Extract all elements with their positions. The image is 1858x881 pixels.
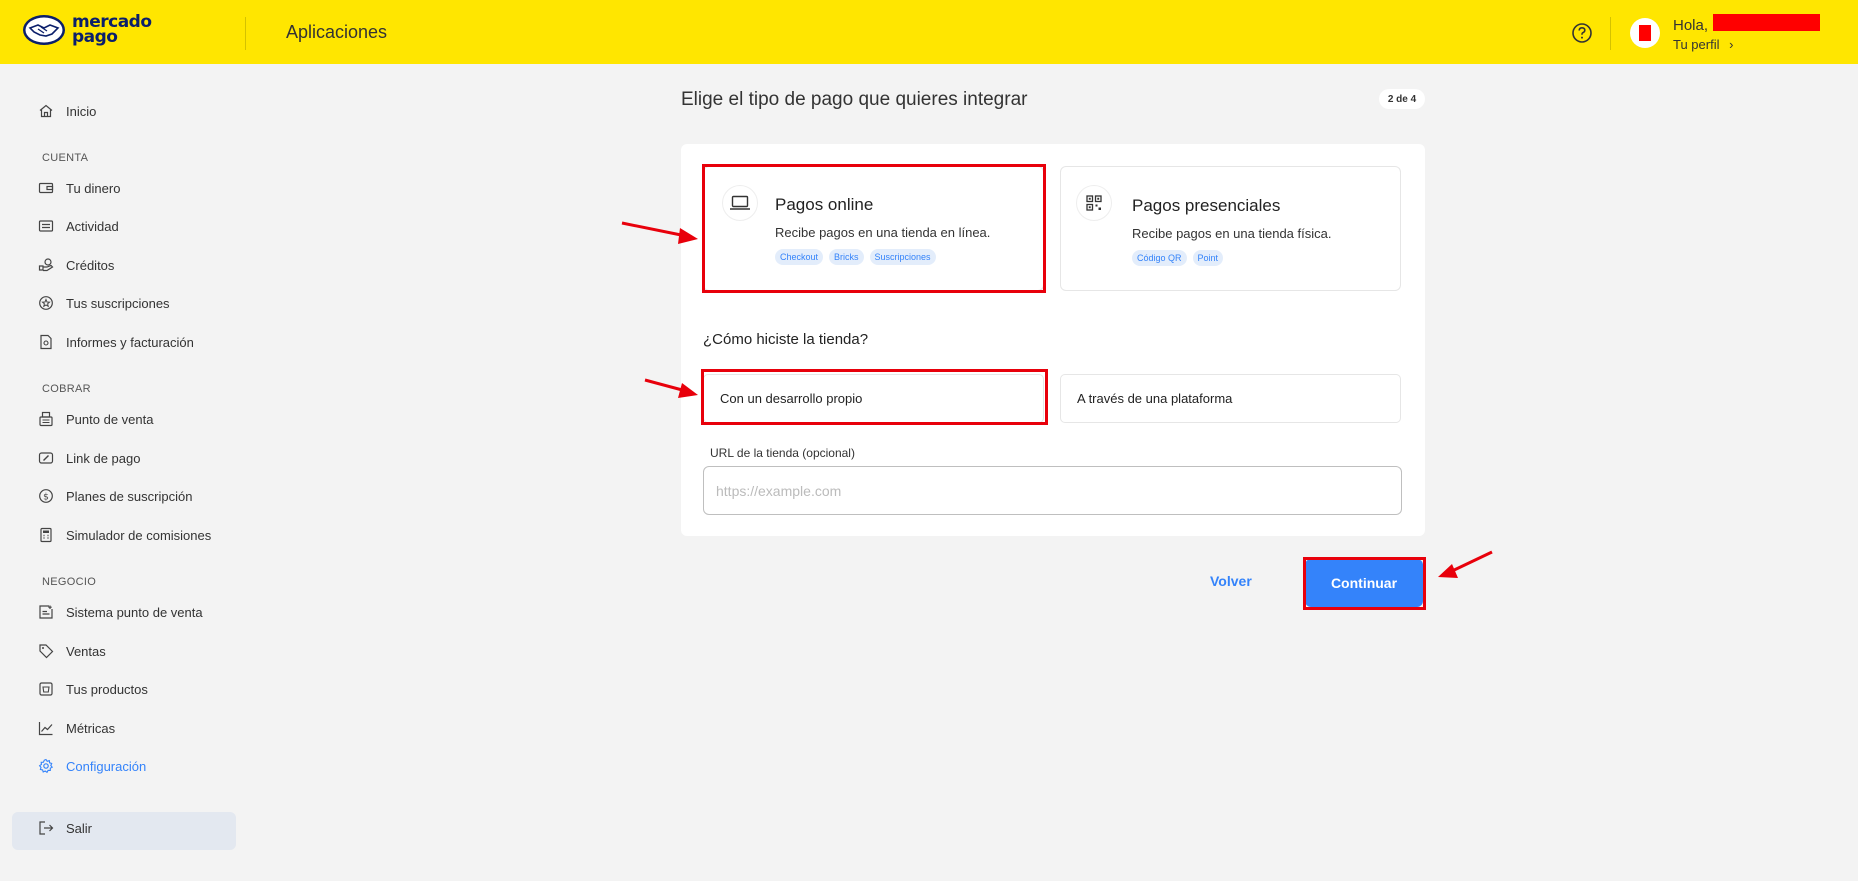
sidebar-section-negocio: NEGOCIO <box>42 576 97 588</box>
sidebar-item-label: Salir <box>66 820 93 836</box>
sidebar-item-simulador-de-comisiones[interactable]: Simulador de comisiones <box>38 527 211 543</box>
sidebar-item-tu-dinero[interactable]: Tu dinero <box>38 180 120 196</box>
url-field-label: URL de la tienda (opcional) <box>710 446 855 460</box>
svg-text:$: $ <box>43 492 49 502</box>
sidebar-item-label: Actividad <box>66 218 119 234</box>
top-header: mercado pago Aplicaciones Hola, Tu perfi… <box>0 0 1858 64</box>
page-title: Elige el tipo de pago que quieres integr… <box>681 89 1028 110</box>
sidebar-item-punto-de-venta[interactable]: Punto de venta <box>38 411 153 427</box>
sidebar-item-tus-suscripciones[interactable]: Tus suscripciones <box>38 295 170 311</box>
sidebar-item-sistema-punto-de-venta[interactable]: Sistema punto de venta <box>38 604 203 620</box>
store-url-input[interactable] <box>703 466 1402 515</box>
link-icon <box>38 452 54 464</box>
avatar[interactable] <box>1630 18 1660 48</box>
store-question: ¿Cómo hiciste la tienda? <box>703 331 869 348</box>
option-pagos-presenciales[interactable]: Pagos presenciales Recibe pagos en una t… <box>1060 166 1401 291</box>
option-icon-wrapper <box>1076 185 1112 221</box>
step-badge: 2 de 4 <box>1379 89 1425 109</box>
sidebar-item-metricas[interactable]: Métricas <box>38 720 115 736</box>
username-redaction <box>1713 14 1820 31</box>
chart-icon <box>38 722 53 736</box>
option-tags: Checkout Bricks Suscripciones <box>775 249 936 265</box>
tag-badge: Point <box>1192 250 1224 266</box>
choice-plataforma[interactable]: A través de una plataforma <box>1060 374 1401 423</box>
option-pagos-online[interactable]: Pagos online Recibe pagos en una tienda … <box>703 166 1044 291</box>
tag-badge: Código QR <box>1132 250 1187 266</box>
pos-system-icon <box>39 605 53 619</box>
tag-badge: Bricks <box>829 249 864 265</box>
chevron-right-icon: › <box>1729 37 1734 52</box>
products-icon <box>39 682 53 696</box>
gear-icon <box>38 758 54 774</box>
help-icon[interactable] <box>1571 22 1593 44</box>
tag-icon <box>39 644 54 659</box>
sidebar-item-link-de-pago[interactable]: Link de pago <box>38 450 140 466</box>
sidebar-item-label: Configuración <box>66 758 147 774</box>
continue-button[interactable]: Continuar <box>1305 559 1423 607</box>
avatar-redaction <box>1639 25 1651 41</box>
sidebar-item-label: Inicio <box>66 103 97 119</box>
logout-icon <box>39 821 54 835</box>
annotation-arrow-icon <box>1438 550 1493 578</box>
logo-line2: pago <box>72 27 118 47</box>
sidebar-item-label: Informes y facturación <box>66 334 194 350</box>
sidebar-item-label: Métricas <box>66 720 116 736</box>
activity-icon <box>38 220 54 232</box>
subscriptions-icon <box>39 296 53 310</box>
sidebar-item-salir[interactable]: Salir <box>38 820 92 836</box>
option-description: Recibe pagos en una tienda en línea. <box>775 225 991 240</box>
dollar-circle-icon: $ <box>39 489 53 503</box>
greeting-text: Hola, <box>1673 17 1709 34</box>
option-title: Pagos presenciales <box>1132 196 1281 215</box>
sidebar-section-cuenta: CUENTA <box>42 152 89 164</box>
header-divider-right <box>1610 17 1611 50</box>
document-icon <box>40 334 52 350</box>
sidebar-item-ventas[interactable]: Ventas <box>38 643 106 659</box>
sidebar-item-label: Tu dinero <box>66 180 121 196</box>
laptop-icon <box>730 195 750 210</box>
sidebar-item-actividad[interactable]: Actividad <box>38 218 119 234</box>
option-title: Pagos online <box>775 195 874 214</box>
wallet-icon <box>38 182 54 194</box>
sidebar-item-tus-productos[interactable]: Tus productos <box>38 681 148 697</box>
handshake-logo-icon <box>23 15 65 45</box>
sidebar-item-label: Ventas <box>66 643 106 659</box>
sidebar-item-informes[interactable]: Informes y facturación <box>38 334 194 350</box>
sidebar-item-label: Tus suscripciones <box>66 295 170 311</box>
header-divider <box>245 17 246 50</box>
sidebar-item-label: Sistema punto de venta <box>66 604 203 620</box>
logo-wordmark: mercado pago <box>72 14 152 47</box>
sidebar-item-inicio[interactable]: Inicio <box>38 103 96 119</box>
credits-icon <box>38 258 54 272</box>
back-button[interactable]: Volver <box>1210 573 1252 589</box>
sidebar-item-label: Tus productos <box>66 681 148 697</box>
sidebar-item-label: Link de pago <box>66 450 141 466</box>
profile-link-label: Tu perfil <box>1673 37 1720 52</box>
option-icon-wrapper <box>722 185 758 221</box>
calculator-icon <box>40 527 52 543</box>
option-description: Recibe pagos en una tienda física. <box>1132 226 1332 241</box>
sidebar-item-configuracion[interactable]: Configuración <box>38 758 146 774</box>
tag-badge: Checkout <box>775 249 824 265</box>
sidebar-item-label: Punto de venta <box>66 411 154 427</box>
profile-link[interactable]: Tu perfil › <box>1673 37 1733 52</box>
qr-icon <box>1086 195 1102 211</box>
sidebar-item-label: Créditos <box>66 257 115 273</box>
sidebar-item-label: Planes de suscripción <box>66 488 193 504</box>
sidebar-section-cobrar: COBRAR <box>42 383 91 395</box>
home-icon <box>39 104 53 118</box>
sidebar-item-label: Simulador de comisiones <box>66 527 212 543</box>
sidebar-item-creditos[interactable]: Créditos <box>38 257 114 273</box>
sidebar-item-planes-de-suscripcion[interactable]: $ Planes de suscripción <box>38 488 192 504</box>
mercado-pago-logo[interactable]: mercado pago <box>22 14 152 46</box>
option-tags: Código QR Point <box>1132 250 1224 266</box>
pos-icon <box>39 411 53 427</box>
header-title: Aplicaciones <box>286 22 388 42</box>
choice-desarrollo-propio[interactable]: Con un desarrollo propio <box>703 374 1044 423</box>
tag-badge: Suscripciones <box>869 249 936 265</box>
